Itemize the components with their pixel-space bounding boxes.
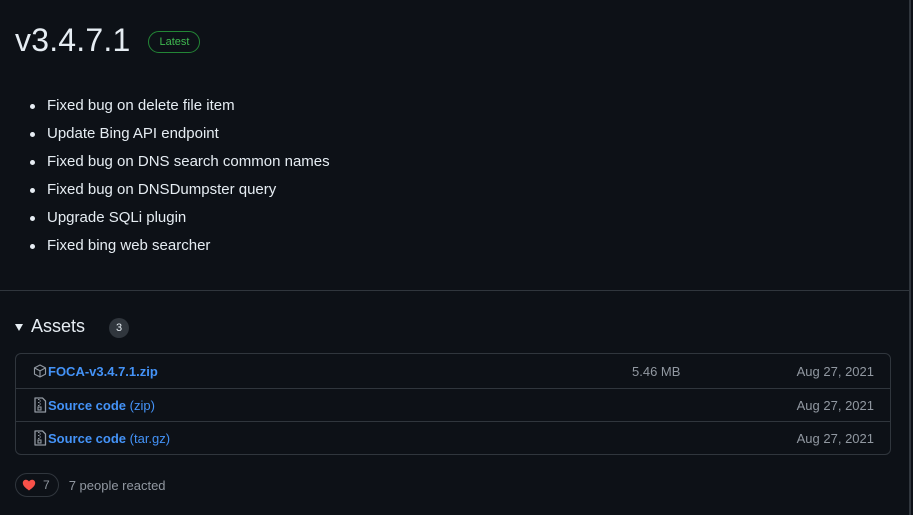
asset-file-name: Source code (48, 397, 127, 413)
release-note-item: Fixed bug on DNSDumpster query (15, 176, 330, 204)
file-zip-icon (34, 430, 47, 446)
source-code-targz-link[interactable]: Source code (tar.gz) (48, 431, 170, 446)
asset-list: FOCA-v3.4.7.1.zip 5.46 MB Aug 27, 2021 S… (15, 353, 891, 455)
release-note-item: Fixed bug on DNS search common names (15, 148, 330, 176)
release-notes-list: Fixed bug on delete file item Update Bin… (15, 92, 330, 260)
asset-row: Source code (tar.gz) Aug 27, 2021 (16, 421, 890, 454)
asset-file-ext: (tar.gz) (126, 430, 171, 446)
release-title[interactable]: v3.4.7.1 (15, 18, 130, 62)
latest-badge: Latest (148, 31, 201, 53)
asset-file-name: FOCA-v3.4.7.1.zip (48, 363, 158, 379)
reactions-bar: 7 7 people reacted (15, 473, 166, 497)
release-note-item: Fixed bug on delete file item (15, 92, 330, 120)
reaction-count: 7 (43, 478, 50, 492)
asset-file-name: Source code (48, 430, 127, 446)
asset-download-link[interactable]: FOCA-v3.4.7.1.zip (48, 364, 158, 379)
assets-title: Assets (31, 315, 86, 336)
heart-reaction-button[interactable]: 7 (15, 473, 59, 497)
asset-date: Aug 27, 2021 (796, 397, 874, 413)
reaction-summary: 7 people reacted (68, 477, 166, 493)
release-note-item: Fixed bing web searcher (15, 232, 330, 260)
asset-size: 5.46 MB (632, 363, 681, 379)
release-header: v3.4.7.1 Latest (15, 18, 201, 62)
triangle-down-icon (15, 323, 23, 331)
release-note-item: Upgrade SQLi plugin (15, 204, 330, 232)
release-note-item: Update Bing API endpoint (15, 120, 330, 148)
heart-icon (22, 479, 36, 491)
file-zip-icon (34, 397, 47, 413)
asset-row: Source code (zip) Aug 27, 2021 (16, 388, 890, 421)
asset-date: Aug 27, 2021 (796, 363, 874, 379)
release-page: v3.4.7.1 Latest Fixed bug on delete file… (0, 0, 911, 515)
asset-date: Aug 27, 2021 (796, 430, 874, 446)
asset-row: FOCA-v3.4.7.1.zip 5.46 MB Aug 27, 2021 (16, 354, 890, 388)
section-divider (0, 290, 911, 291)
package-icon (33, 364, 47, 378)
asset-file-ext: (zip) (126, 397, 155, 413)
source-code-zip-link[interactable]: Source code (zip) (48, 398, 155, 413)
assets-count-badge: 3 (109, 318, 130, 338)
assets-toggle[interactable]: Assets 3 (15, 314, 130, 338)
